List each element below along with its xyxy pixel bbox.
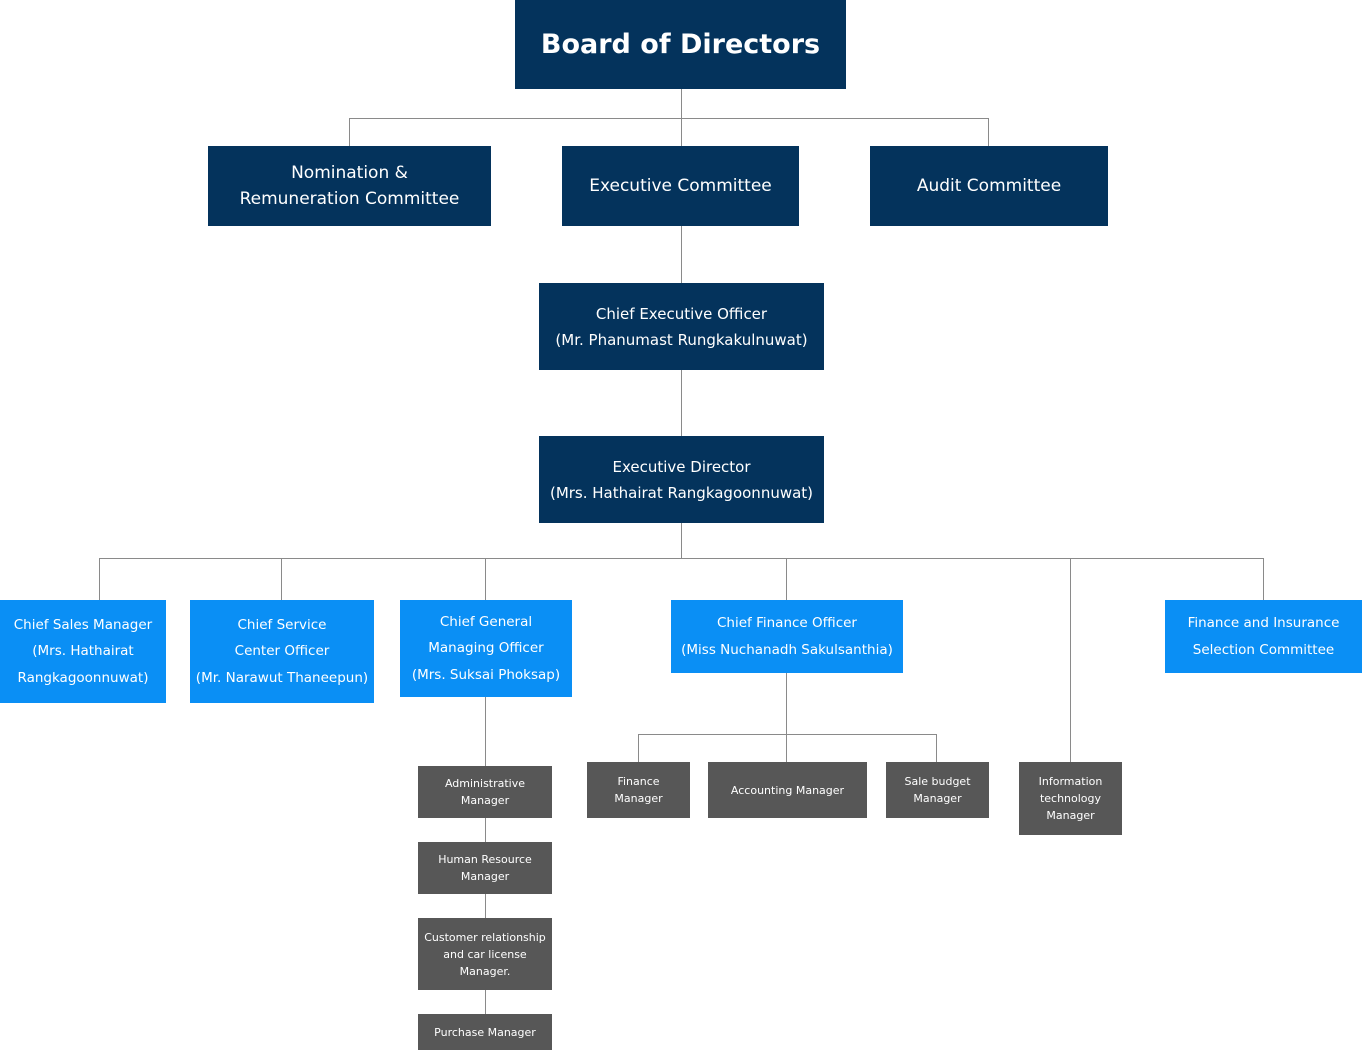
nomination-remuneration-committee-box: Nomination & Remuneration Committee [208, 146, 491, 226]
connector [786, 672, 787, 762]
connector [988, 118, 989, 146]
connector [786, 558, 787, 600]
executive-committee-box: Executive Committee [562, 146, 799, 226]
sale-budget-manager-box: Sale budget Manager [886, 762, 989, 818]
connector [681, 369, 682, 436]
connector [681, 225, 682, 283]
connector [681, 522, 682, 559]
ceo-box: Chief Executive Officer (Mr. Phanumast R… [539, 283, 824, 370]
accounting-manager-box: Accounting Manager [708, 762, 867, 818]
chief-service-center-officer-box: Chief Service Center Officer (Mr. Narawu… [190, 600, 374, 703]
administrative-manager-box: Administrative Manager [418, 766, 552, 818]
audit-committee-box: Audit Committee [870, 146, 1108, 226]
customer-relationship-manager-box: Customer relationship and car license Ma… [418, 918, 552, 990]
chief-sales-manager-box: Chief Sales Manager (Mrs. Hathairat Rang… [0, 600, 166, 703]
connector [681, 88, 682, 146]
executive-director-box: Executive Director (Mrs. Hathairat Rangk… [539, 436, 824, 523]
finance-manager-box: Finance Manager [587, 762, 690, 818]
connector [638, 734, 937, 735]
board-of-directors-box: Board of Directors [515, 0, 846, 89]
purchase-manager-box: Purchase Manager [418, 1014, 552, 1050]
connector [638, 734, 639, 762]
human-resource-manager-box: Human Resource Manager [418, 842, 552, 894]
finance-insurance-selection-committee-box: Finance and Insurance Selection Committe… [1165, 600, 1362, 673]
connector [485, 558, 486, 600]
connector [1263, 558, 1264, 600]
connector [349, 118, 989, 119]
connector [1070, 558, 1071, 762]
connector [99, 558, 100, 600]
chief-general-managing-officer-box: Chief General Managing Officer (Mrs. Suk… [400, 600, 572, 697]
chief-finance-officer-box: Chief Finance Officer (Miss Nuchanadh Sa… [671, 600, 903, 673]
it-manager-box: Information technology Manager [1019, 762, 1122, 835]
connector [936, 734, 937, 762]
connector [349, 118, 350, 146]
connector [281, 558, 282, 600]
connector [99, 558, 1264, 559]
